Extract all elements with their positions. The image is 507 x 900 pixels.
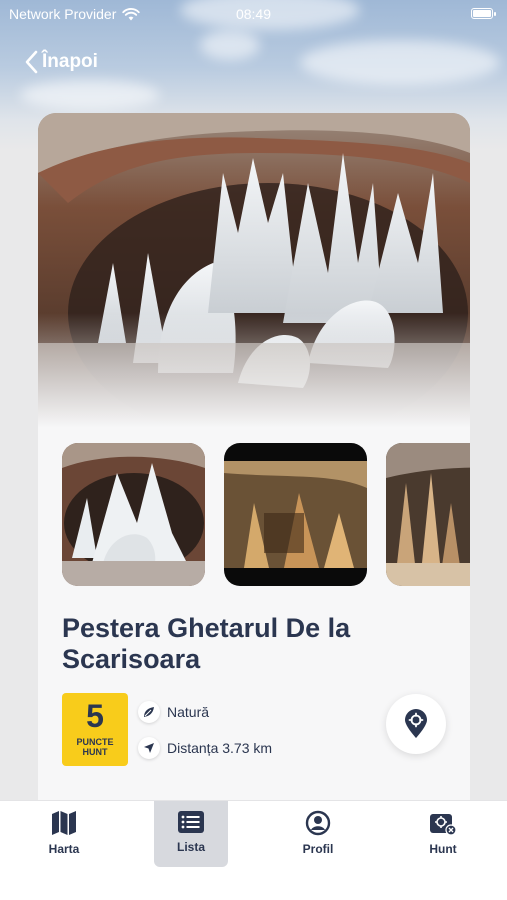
tab-hunt[interactable]: Hunt (406, 801, 480, 867)
status-time: 08:49 (235, 6, 272, 22)
battery-icon (471, 8, 496, 19)
place-card: Pestera Ghetarul De la Scarisoara 5 PUNC… (38, 113, 470, 833)
tab-harta[interactable]: Harta (27, 801, 101, 867)
category-label: Natură (167, 704, 210, 720)
navigation-arrow-icon (138, 737, 160, 759)
tab-bar: Harta Lista Profil Hunt (0, 800, 507, 900)
map-pin-icon (405, 709, 427, 738)
distance-label: Distanța 3.73 km (167, 740, 273, 756)
category-row: Natură (138, 701, 209, 723)
gallery-thumb-stalactites[interactable] (224, 443, 367, 586)
profile-icon (305, 810, 331, 836)
chevron-left-icon (25, 50, 38, 74)
back-label: Înapoi (42, 51, 98, 72)
map-icon (52, 811, 76, 835)
distance-row: Distanța 3.73 km (138, 737, 272, 759)
list-icon (178, 811, 204, 833)
tab-hunt-label: Hunt (429, 842, 457, 856)
points-label-line1: PUNCTE (76, 737, 114, 747)
place-title: Pestera Ghetarul De la Scarisoara (62, 613, 351, 674)
tab-lista-label: Lista (176, 840, 205, 854)
locate-on-map-button[interactable] (386, 694, 446, 754)
gallery-thumb-stalagmites[interactable] (386, 443, 470, 586)
hunt-icon (430, 814, 457, 836)
points-label-line2: HUNT (82, 747, 108, 757)
points-badge: 5 PUNCTE HUNT (62, 693, 128, 766)
tab-profil[interactable]: Profil (281, 801, 355, 867)
image-gallery[interactable] (62, 443, 470, 588)
leaf-icon (138, 701, 160, 723)
tab-profil-label: Profil (302, 842, 334, 856)
tab-harta-label: Harta (48, 842, 80, 856)
status-bar: Network Provider 08:49 (0, 0, 507, 28)
hero-image (38, 113, 470, 428)
gallery-thumb-ice-cave[interactable] (62, 443, 205, 586)
points-value: 5 (86, 698, 104, 734)
back-button[interactable]: Înapoi (24, 50, 98, 74)
tab-lista[interactable]: Lista (154, 801, 228, 867)
